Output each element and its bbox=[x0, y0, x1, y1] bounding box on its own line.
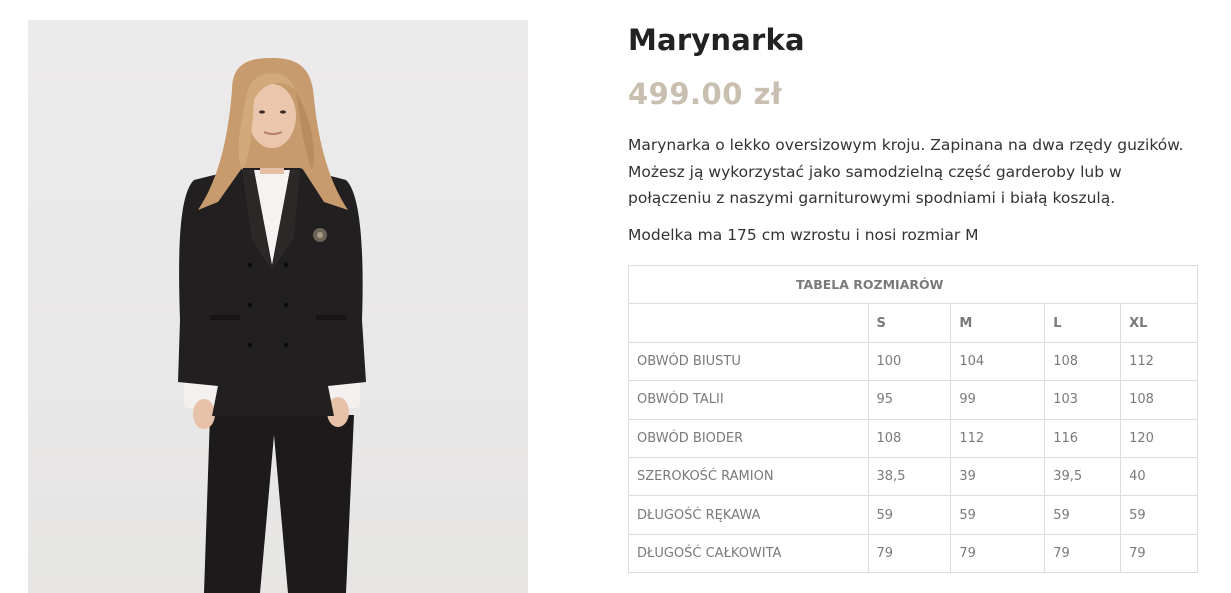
table-row: DŁUGOŚĆ RĘKAWA 59 59 59 59 bbox=[628, 495, 1198, 535]
measurement-value: 112 bbox=[1120, 341, 1198, 382]
measurement-value: 100 bbox=[867, 341, 952, 382]
measurement-value: 38,5 bbox=[867, 456, 952, 497]
measurement-value: 108 bbox=[1120, 380, 1198, 420]
measurement-value: 79 bbox=[867, 533, 952, 574]
measurement-value: 39,5 bbox=[1044, 456, 1122, 497]
measurement-label: OBWÓD BIUSTU bbox=[628, 341, 869, 382]
size-header-empty bbox=[628, 303, 869, 343]
table-row: OBWÓD TALII 95 99 103 108 bbox=[628, 380, 1198, 420]
table-row: OBWÓD BIUSTU 100 104 108 112 bbox=[628, 341, 1198, 382]
product-photo[interactable] bbox=[28, 20, 528, 593]
measurement-value: 40 bbox=[1120, 456, 1198, 497]
model-size-info: Modelka ma 175 cm wzrostu i nosi rozmiar… bbox=[628, 225, 979, 244]
measurement-value: 59 bbox=[1120, 495, 1198, 535]
measurement-label: DŁUGOŚĆ CAŁKOWITA bbox=[628, 533, 869, 574]
measurement-label: SZEROKOŚĆ RAMION bbox=[628, 456, 869, 497]
model-figure-illustration bbox=[178, 58, 366, 593]
measurement-value: 79 bbox=[950, 533, 1046, 574]
measurement-value: 59 bbox=[867, 495, 952, 535]
size-header-l: L bbox=[1044, 303, 1122, 343]
table-row: OBWÓD BIODER 108 112 116 120 bbox=[628, 418, 1198, 458]
size-chart-caption: TABELA ROZMIARÓW bbox=[628, 264, 1198, 305]
size-header-m: M bbox=[950, 303, 1046, 343]
measurement-value: 116 bbox=[1044, 418, 1122, 458]
measurement-value: 79 bbox=[1044, 533, 1122, 574]
product-description: Marynarka o lekko oversizowym kroju. Zap… bbox=[628, 136, 1184, 207]
measurement-value: 79 bbox=[1120, 533, 1198, 574]
measurement-value: 112 bbox=[950, 418, 1046, 458]
measurement-value: 104 bbox=[950, 341, 1046, 382]
measurement-value: 103 bbox=[1044, 380, 1122, 420]
table-row: DŁUGOŚĆ CAŁKOWITA 79 79 79 79 bbox=[628, 533, 1198, 574]
measurement-value: 108 bbox=[1044, 341, 1122, 382]
measurement-label: OBWÓD BIODER bbox=[628, 418, 869, 458]
measurement-label: DŁUGOŚĆ RĘKAWA bbox=[628, 495, 869, 535]
measurement-value: 108 bbox=[867, 418, 952, 458]
measurement-value: 95 bbox=[867, 380, 952, 420]
measurement-value: 99 bbox=[950, 380, 1046, 420]
measurement-value: 59 bbox=[950, 495, 1046, 535]
product-info: Marynarka 499.00 zł Marynarka o lekko ov… bbox=[628, 20, 1198, 246]
product-price: 499.00 zł bbox=[628, 77, 783, 111]
size-header-row: S M L XL bbox=[628, 303, 1198, 343]
measurement-value: 59 bbox=[1044, 495, 1122, 535]
product-title: Marynarka bbox=[628, 23, 805, 57]
size-chart-caption-row: TABELA ROZMIARÓW bbox=[628, 264, 1198, 305]
size-chart-table: TABELA ROZMIARÓW S M L XL OBWÓD BIUSTU 1… bbox=[628, 264, 1198, 574]
measurement-label: OBWÓD TALII bbox=[628, 380, 869, 420]
measurement-value: 39 bbox=[950, 456, 1046, 497]
size-header-s: S bbox=[867, 303, 952, 343]
size-header-xl: XL bbox=[1120, 303, 1198, 343]
table-row: SZEROKOŚĆ RAMION 38,5 39 39,5 40 bbox=[628, 456, 1198, 497]
measurement-value: 120 bbox=[1120, 418, 1198, 458]
